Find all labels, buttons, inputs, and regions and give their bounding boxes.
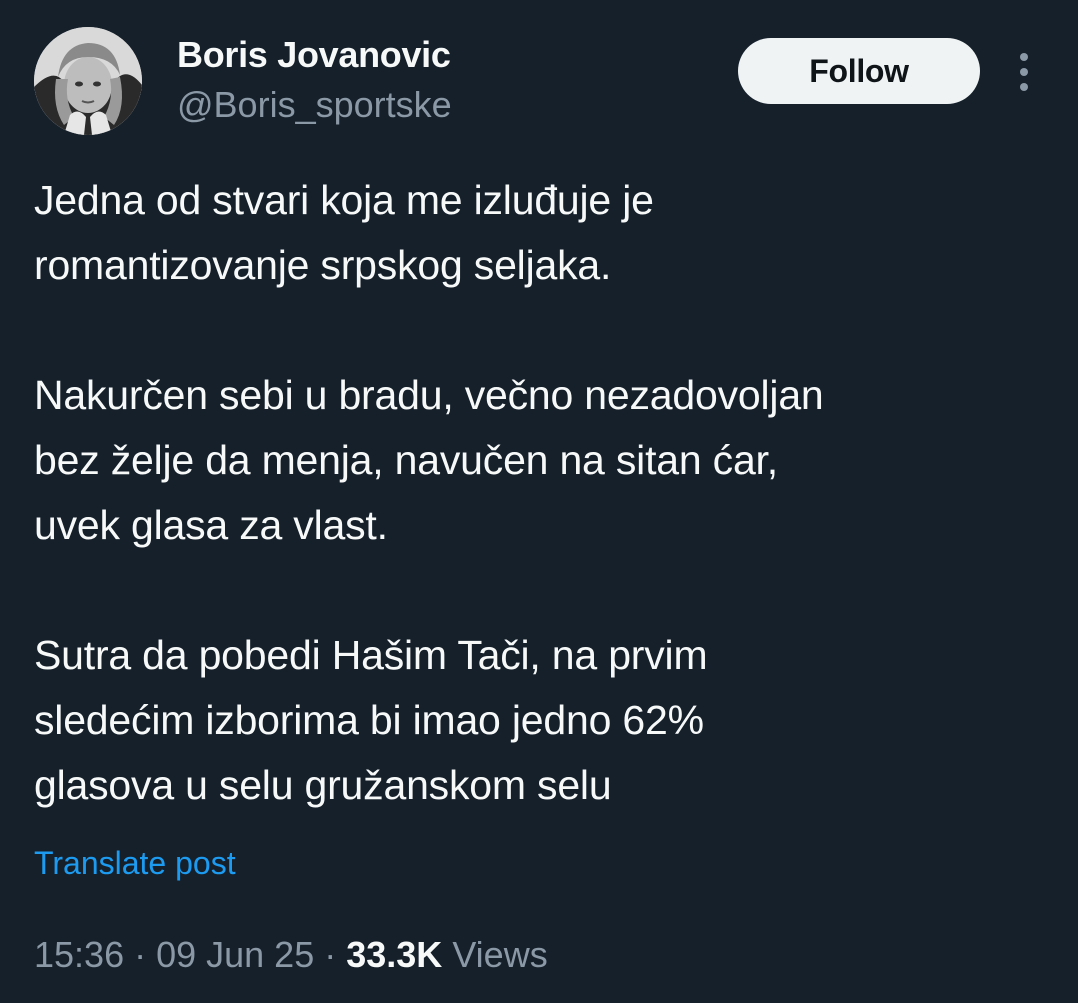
more-options-button[interactable] [1010,50,1038,94]
post-line: bez želje da menja, navučen na sitan ćar… [34,437,778,483]
profile-photo [34,27,142,135]
post-text: Jedna od stvari koja me izluđuje je roma… [34,168,1044,818]
post-time[interactable]: 15:36 [34,934,124,975]
meta-separator: · [314,934,347,975]
views-count: 33.3K [346,934,443,975]
views-label: Views [442,934,548,975]
post-line: uvek glasa za vlast. [34,502,388,548]
author-handle[interactable]: @Boris_sportske [177,84,452,126]
post-date[interactable]: 09 Jun 25 [156,934,314,975]
post-line: sledećim izborima bi imao jedno 62% [34,697,704,743]
post-paragraph: Nakurčen sebi u bradu, večno nezadovolja… [34,363,1044,558]
avatar[interactable] [34,27,142,135]
post-line: romantizovanje srpskog seljaka. [34,242,612,288]
author-name[interactable]: Boris Jovanovic [177,34,451,76]
post-line: Nakurčen sebi u bradu, večno nezadovolja… [34,372,824,418]
post-line: glasova u selu gružanskom selu [34,762,612,808]
post-paragraph: Jedna od stvari koja me izluđuje je roma… [34,168,1044,298]
meta-separator: · [124,934,157,975]
tweet: Boris Jovanovic @Boris_sportske Follow J… [0,0,1078,1003]
post-line: Sutra da pobedi Hašim Tači, na prvim [34,632,708,678]
vertical-ellipsis-icon [1020,53,1028,91]
translate-post-link[interactable]: Translate post [34,845,236,882]
follow-button[interactable]: Follow [738,38,980,104]
post-line: Jedna od stvari koja me izluđuje je [34,177,654,223]
post-paragraph: Sutra da pobedi Hašim Tači, na prvim sle… [34,623,1044,818]
post-metadata: 15:36 · 09 Jun 25 · 33.3K Views [34,934,548,976]
